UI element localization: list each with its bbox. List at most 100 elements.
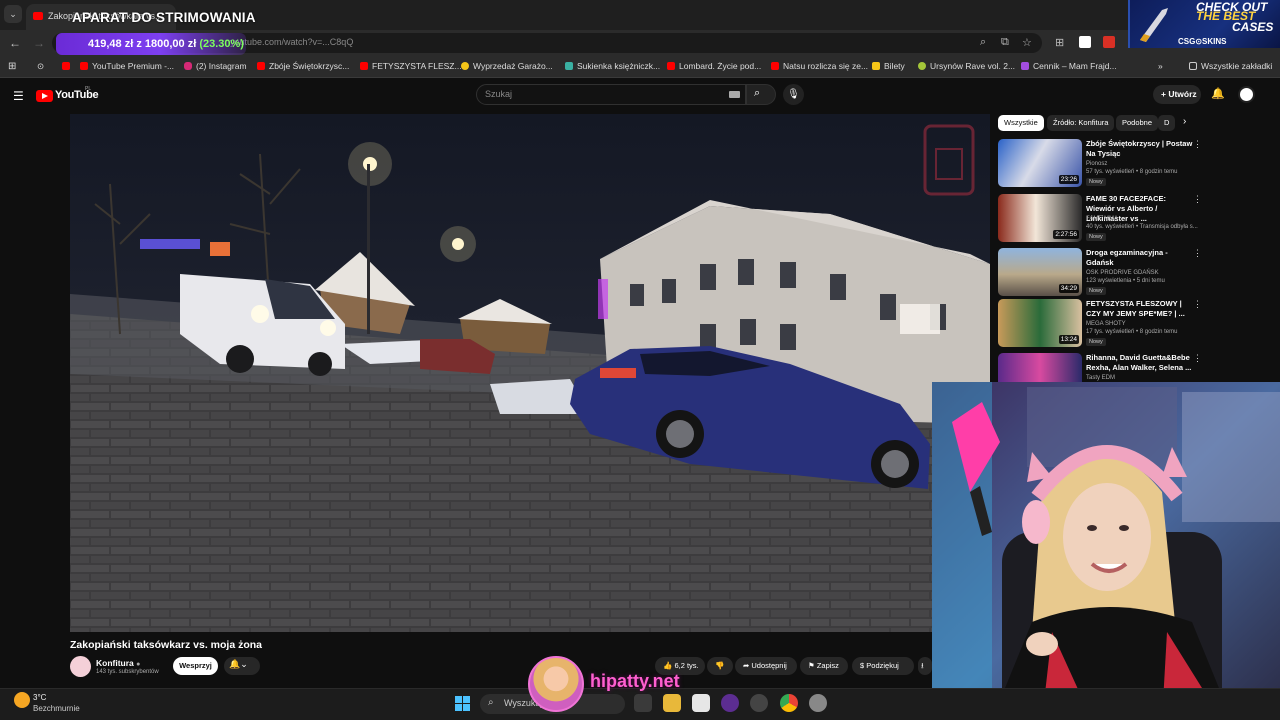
all-bookmarks-folder[interactable]: Wszystkie zakładki: [1189, 61, 1272, 71]
search-input[interactable]: [476, 84, 746, 105]
file-explorer-icon[interactable]: [663, 694, 681, 712]
video-thumbnail: 34:29: [998, 248, 1082, 296]
back-arrow-icon[interactable]: ←: [9, 36, 21, 50]
new-badge: Nowy: [1086, 178, 1106, 186]
save-button[interactable]: ⚑ Zapisz: [800, 657, 848, 675]
rec-meta: 17 tys. wyświetleń • 8 godzin temu: [1086, 329, 1178, 335]
more-options-icon[interactable]: ⋮: [1193, 139, 1202, 150]
video-frame-scene: [70, 114, 990, 632]
share-button[interactable]: ➦ Udostępnij: [735, 657, 797, 675]
store-icon[interactable]: [692, 694, 710, 712]
channel-name[interactable]: Konfitura ●: [96, 658, 140, 668]
recommendation-item[interactable]: 13:24 FETYSZYSTA FLESZOWY | CZY MY JEMY …: [998, 299, 1202, 347]
support-button[interactable]: Wesprzyj: [173, 657, 218, 675]
install-icon[interactable]: ⧉: [1001, 36, 1009, 49]
recommendation-item[interactable]: 23:26 Zbóje Świętokrzyscy | Postaw Na Ty…: [998, 139, 1202, 187]
search-placeholder: Szukaj: [485, 89, 513, 99]
chip-more[interactable]: D: [1158, 115, 1176, 131]
extension-keep-icon[interactable]: [1079, 36, 1091, 48]
app-icon[interactable]: [721, 694, 739, 712]
donation-percent: (23.30%): [199, 38, 244, 50]
youtube-logo-icon[interactable]: [36, 90, 53, 102]
recommendation-item[interactable]: 2:27:56 FAME 30 FACE2FACE: Wiewiór vs Al…: [998, 194, 1202, 242]
streamer-watermark: hipatty.net: [590, 671, 680, 691]
rec-meta: 40 tys. wyświetleń • Transmisja odbyła s…: [1086, 224, 1198, 230]
weather-icon[interactable]: [14, 692, 30, 708]
video-thumbnail: 13:24: [998, 299, 1082, 347]
channel-avatar[interactable]: [70, 656, 91, 677]
rec-channel: Tasty EDM: [1086, 375, 1116, 381]
new-badge: Nowy: [1086, 287, 1106, 295]
stream-overlay-title: APARAT DO STRIMOWANIA: [72, 10, 256, 25]
more-bookmarks-icon[interactable]: »: [1158, 61, 1163, 71]
rec-title: Rihanna, David Guetta&Bebe Rexha, Alan W…: [1086, 353, 1192, 372]
youtube-region: PL: [85, 86, 92, 92]
discord-icon[interactable]: [750, 694, 768, 712]
thanks-button[interactable]: $ Podziękuj: [852, 657, 914, 675]
chrome-icon[interactable]: [780, 694, 798, 712]
bookmark-item[interactable]: FETYSZYSTA FLESZ...: [360, 61, 462, 71]
video-thumbnail: 2:27:56: [998, 194, 1082, 242]
bookmark-item[interactable]: Ursynów Rave vol. 2...: [918, 61, 1015, 71]
rec-title: Zbóje Świętokrzyscy | Postaw Na Tysiąc: [1086, 139, 1193, 158]
rec-channel: OSK PRODRIVE GDAŃSK: [1086, 270, 1159, 276]
bookmark-item[interactable]: Sukienka księżniczk...: [565, 61, 660, 71]
recommendation-item[interactable]: 34:29 Droga egzaminacyjna - Gdańsk OSK P…: [998, 248, 1202, 296]
search-icon: ⌕: [754, 87, 761, 99]
bookmark-item[interactable]: Zbóje Świętokrzysc...: [257, 61, 349, 71]
youtube-favicon-icon: [33, 12, 43, 20]
ad-brand: CSG⊙SKINS: [1178, 37, 1227, 46]
windows-start-icon[interactable]: [455, 696, 470, 711]
bookmark-item[interactable]: YouTube Premium -...: [80, 61, 174, 71]
bookmark-item[interactable]: Cennik – Mam Frajd...: [1021, 61, 1117, 71]
bookmark-item[interactable]: (2) Instagram: [184, 61, 247, 71]
create-button[interactable]: + Utwórz: [1153, 85, 1201, 104]
search-button[interactable]: [746, 84, 776, 105]
account-avatar[interactable]: [1238, 86, 1255, 103]
chip-related[interactable]: Podobne: [1116, 115, 1159, 131]
notifications-bell-icon[interactable]: 🔔: [1211, 87, 1225, 100]
chip-source[interactable]: Źródło: Konfitura: [1047, 115, 1115, 131]
bookmark-item[interactable]: Bilety: [872, 61, 905, 71]
subscription-bell-icon[interactable]: 🔔⌄: [224, 657, 260, 675]
more-options-icon[interactable]: ⋮: [1193, 353, 1198, 364]
extension-red-icon[interactable]: [1103, 36, 1115, 48]
tab-search-icon[interactable]: ⌄: [4, 5, 22, 23]
bookmark-youtube-icon[interactable]: [62, 61, 74, 71]
extension-icon[interactable]: ⊞: [1055, 36, 1064, 49]
more-options-icon[interactable]: ⋮: [1193, 299, 1202, 310]
bookmark-star-icon[interactable]: ☆: [1022, 36, 1032, 49]
bookmark-item[interactable]: Wyprzedaż Garażo...: [461, 61, 553, 71]
donation-goal-text: 419,48 zł z 1800,00 zł (23.30%): [88, 38, 244, 50]
webcam-overlay: [932, 382, 1280, 720]
rec-meta: 57 tys. wyświetleń • 8 godzin temu: [1086, 169, 1178, 175]
voice-search-icon[interactable]: 🎙: [783, 84, 804, 105]
bookmark-item[interactable]: Natsu rozlicza się ze...: [771, 61, 868, 71]
weather-description: Bezchmurnie: [33, 704, 80, 713]
more-options-icon[interactable]: ⋮: [1193, 248, 1202, 259]
apps-grid-icon[interactable]: ⊞: [8, 61, 16, 72]
task-view-icon[interactable]: [634, 694, 652, 712]
dislike-icon[interactable]: 👎: [707, 657, 733, 675]
chip-all[interactable]: Wszystkie: [998, 115, 1044, 131]
recommendation-item[interactable]: Rihanna, David Guetta&Bebe Rexha, Alan W…: [998, 353, 1198, 383]
forward-arrow-icon[interactable]: →: [33, 36, 45, 50]
search-icon: ⌕: [488, 697, 494, 708]
menu-icon[interactable]: ☰: [13, 89, 24, 103]
chevron-right-icon[interactable]: ›: [1183, 116, 1186, 127]
video-player[interactable]: [70, 114, 990, 632]
bookmark-icon[interactable]: ⊙: [37, 61, 44, 72]
bookmark-item[interactable]: Lombard. Życie pod...: [667, 61, 761, 71]
settings-gear-icon[interactable]: [809, 694, 827, 712]
rec-channel: Pionosz: [1086, 161, 1108, 167]
video-title: Zakopiański taksówkarz vs. moja żona: [70, 639, 262, 651]
video-thumbnail: [998, 353, 1082, 383]
donation-amount: 419,48 zł z 1800,00 zł: [88, 38, 197, 50]
youtube-logo-text[interactable]: YouTube: [55, 89, 99, 101]
ad-headline-3: CASES: [1232, 20, 1274, 34]
more-options-icon[interactable]: ⋮: [1193, 194, 1202, 205]
zoom-icon[interactable]: ⌕: [980, 36, 986, 49]
keyboard-icon[interactable]: [729, 91, 740, 98]
download-icon[interactable]: ⭳: [918, 657, 932, 675]
rec-title: Droga egzaminacyjna - Gdańsk: [1086, 248, 1168, 267]
